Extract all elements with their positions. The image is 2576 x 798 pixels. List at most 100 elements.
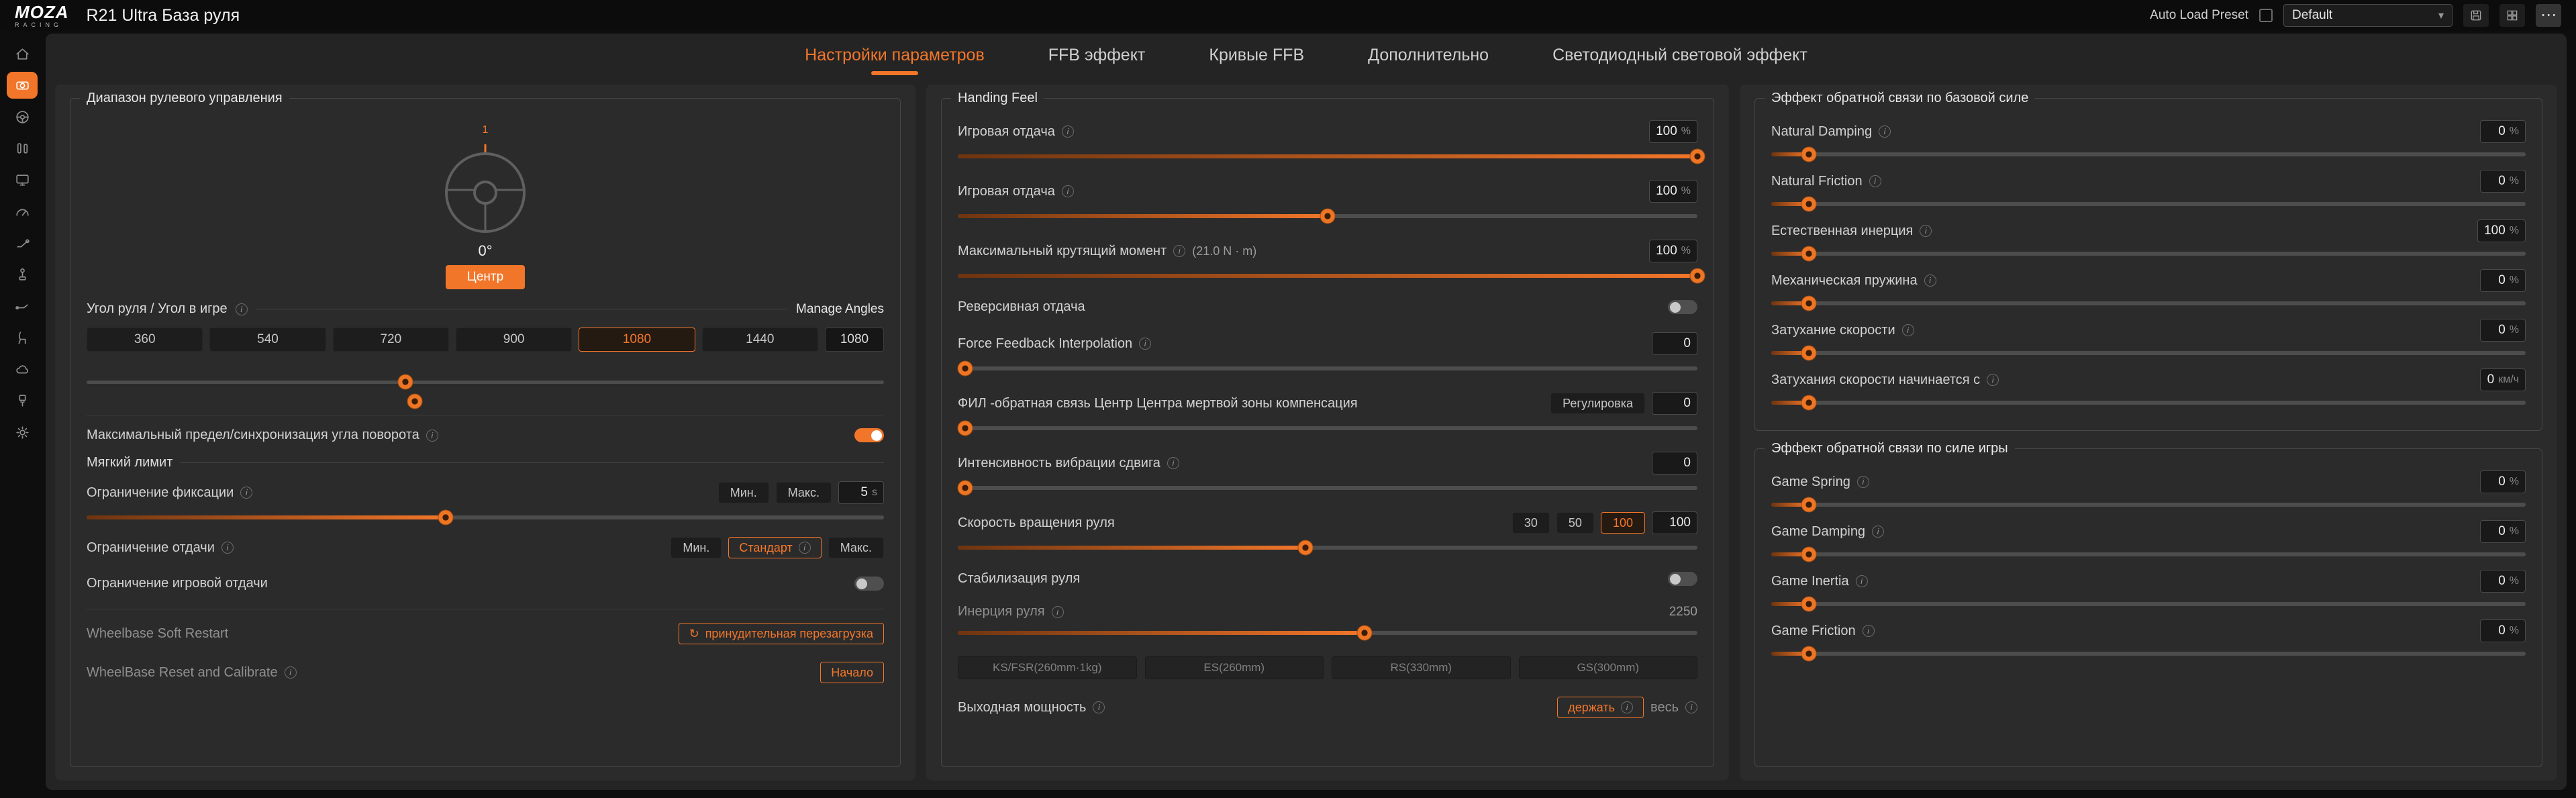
tab-advanced[interactable]: Дополнительно [1368, 46, 1489, 75]
info-icon[interactable] [1987, 374, 1999, 386]
info-icon[interactable] [1856, 575, 1868, 587]
info-icon[interactable] [1052, 606, 1064, 618]
slider-thumb[interactable] [1801, 646, 1817, 662]
game-force-slider[interactable] [958, 214, 1697, 218]
sidebar-item-stalk[interactable] [7, 293, 38, 319]
feedback-max-button[interactable]: Макс. [828, 537, 884, 558]
slider-thumb-game[interactable] [407, 394, 423, 409]
inertia-preset-button-3[interactable]: RS(330mm) [1332, 656, 1511, 679]
feedback-standard-button[interactable]: Стандарт [728, 537, 821, 558]
stabilization-toggle[interactable] [1668, 572, 1697, 586]
info-icon[interactable] [240, 487, 252, 499]
speed-damping-start-value[interactable]: 0км/ч [2480, 368, 2526, 391]
slider-thumb[interactable] [1690, 268, 1705, 284]
feedback-min-button[interactable]: Мин. [671, 537, 722, 558]
fixation-limit-slider[interactable] [87, 515, 884, 519]
info-icon[interactable] [1062, 126, 1074, 138]
natural-inertia-value[interactable]: 100% [2477, 219, 2526, 242]
info-icon[interactable] [1872, 526, 1884, 538]
game-feedback-limit-toggle[interactable] [854, 577, 884, 591]
tab-parameter-settings[interactable]: Настройки параметров [805, 46, 985, 75]
natural-friction-value[interactable]: 0% [2480, 170, 2526, 193]
slider-thumb[interactable] [958, 481, 973, 496]
game-friction-value[interactable]: 0% [2480, 619, 2526, 642]
angle-button-1080[interactable]: 1080 [579, 328, 695, 352]
deadzone-compensation-slider[interactable] [958, 426, 1697, 430]
game-damping-value[interactable]: 0% [2480, 520, 2526, 543]
preset-dropdown[interactable]: Default [2283, 4, 2453, 27]
info-icon[interactable] [1924, 275, 1936, 287]
game-spring-slider[interactable] [1771, 503, 2526, 507]
max-torque-slider[interactable] [958, 274, 1697, 278]
info-icon[interactable] [285, 666, 297, 679]
info-icon[interactable] [1857, 476, 1869, 488]
angle-range-slider[interactable] [87, 372, 884, 411]
save-button[interactable] [2463, 4, 2489, 27]
mechanical-spring-value[interactable]: 0% [2480, 269, 2526, 292]
info-icon[interactable] [1093, 701, 1105, 713]
max-torque-value[interactable]: 100% [1649, 240, 1697, 262]
slider-thumb[interactable] [1801, 296, 1817, 311]
slider-thumb[interactable] [1357, 626, 1373, 641]
speed-damping-start-slider[interactable] [1771, 401, 2526, 405]
angle-button-720[interactable]: 720 [333, 328, 449, 352]
tab-ffb-effect[interactable]: FFB эффект [1048, 46, 1146, 75]
tab-ffb-curves[interactable]: Кривые FFB [1209, 46, 1304, 75]
rotation-speed-30-button[interactable]: 30 [1512, 512, 1550, 534]
info-icon[interactable] [1902, 324, 1914, 336]
speed-damping-value[interactable]: 0% [2480, 319, 2526, 342]
sidebar-item-wheelbase[interactable] [7, 72, 38, 99]
info-icon[interactable] [236, 303, 248, 315]
game-force-value[interactable]: 100% [1649, 120, 1697, 143]
info-icon[interactable] [1167, 457, 1179, 469]
rotation-speed-value[interactable]: 100 [1652, 511, 1697, 534]
info-icon[interactable] [221, 542, 234, 554]
sidebar-item-accessory[interactable] [7, 387, 38, 414]
angle-button-540[interactable]: 540 [209, 328, 326, 352]
slider-thumb[interactable] [1297, 540, 1313, 556]
ff-interpolation-slider[interactable] [958, 366, 1697, 370]
center-button[interactable]: Центр [446, 265, 525, 289]
angle-button-900[interactable]: 900 [456, 328, 572, 352]
angle-value-box[interactable]: 1080 [825, 328, 884, 352]
reverse-feedback-toggle[interactable] [1668, 300, 1697, 314]
slider-thumb[interactable] [958, 421, 973, 436]
soft-restart-button[interactable]: ↻ принудительная перезагрузка [679, 623, 884, 644]
tab-led-effect[interactable]: Светодиодный световой эффект [1552, 46, 1807, 75]
shift-vibration-slider[interactable] [958, 486, 1697, 490]
sidebar-item-handbrake[interactable] [7, 230, 38, 256]
sidebar-item-dashboard[interactable] [7, 198, 38, 225]
game-damping-slider[interactable] [1771, 552, 2526, 556]
game-spring-value[interactable]: 0% [2480, 470, 2526, 493]
info-icon[interactable] [1879, 126, 1891, 138]
fixation-min-button[interactable]: Мин. [718, 482, 769, 503]
natural-inertia-slider[interactable] [1771, 252, 2526, 256]
fixation-value[interactable]: 5 s [838, 481, 884, 504]
natural-friction-slider[interactable] [1771, 202, 2526, 206]
output-hold-button[interactable]: держать [1557, 697, 1644, 718]
game-force-value[interactable]: 100% [1649, 180, 1697, 203]
sidebar-item-steering-wheel[interactable] [7, 103, 38, 130]
rotation-speed-100-button[interactable]: 100 [1601, 512, 1645, 534]
sidebar-item-monitor[interactable] [7, 166, 38, 193]
slider-thumb[interactable] [1801, 147, 1817, 162]
output-full-option[interactable]: весь [1650, 700, 1697, 715]
info-icon[interactable] [1920, 225, 1932, 237]
sidebar-item-cloud[interactable] [7, 356, 38, 383]
deadzone-compensation-value[interactable]: 0 [1652, 392, 1697, 415]
sidebar-item-settings[interactable] [7, 419, 38, 446]
layout-button[interactable] [2499, 4, 2525, 27]
wheel-inertia-slider[interactable] [958, 631, 1697, 635]
inertia-preset-button-1[interactable]: KS/FSR(260mm·1kg) [958, 656, 1137, 679]
shift-vibration-value[interactable]: 0 [1652, 452, 1697, 475]
natural-damping-value[interactable]: 0% [2480, 120, 2526, 143]
game-inertia-value[interactable]: 0% [2480, 570, 2526, 593]
mechanical-spring-slider[interactable] [1771, 301, 2526, 305]
angle-sync-toggle[interactable] [854, 428, 884, 442]
speed-damping-slider[interactable] [1771, 351, 2526, 355]
info-icon[interactable] [1139, 338, 1151, 350]
slider-thumb[interactable] [1801, 346, 1817, 361]
more-button[interactable] [2536, 4, 2561, 27]
slider-thumb[interactable] [958, 361, 973, 377]
slider-thumb[interactable] [1801, 246, 1817, 262]
